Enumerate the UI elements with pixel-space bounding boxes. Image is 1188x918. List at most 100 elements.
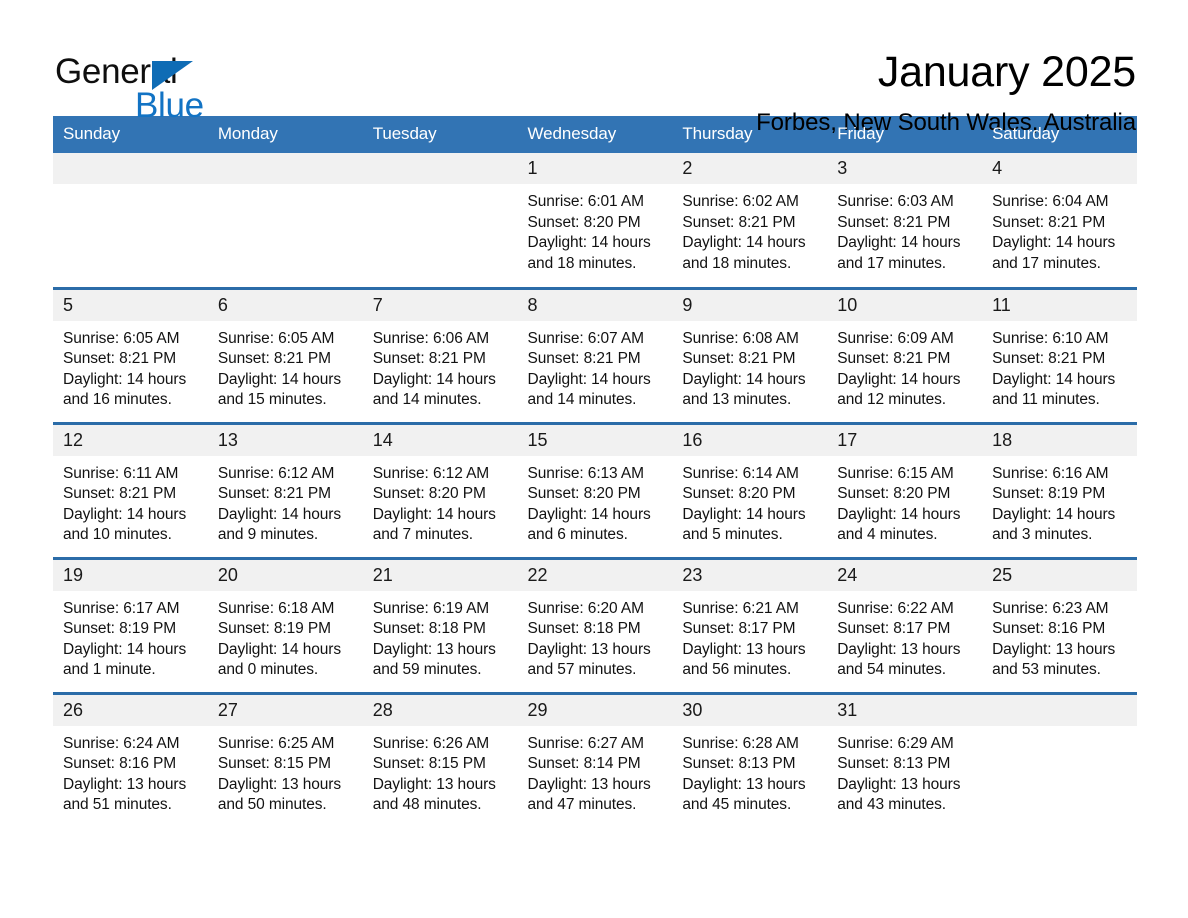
day-details: Sunrise: 6:18 AM Sunset: 8:19 PM Daylight:…: [208, 591, 363, 681]
day-number: 3: [827, 153, 983, 184]
calendar-day-cell[interactable]: 23 Sunrise: 6:21 AM Sunset: 8:17 PM Dayligh…: [672, 556, 828, 693]
day-detail-line: Sunset: 8:21 PM: [217, 485, 331, 502]
page-title: January 2025: [877, 48, 1136, 96]
calendar-day-cell[interactable]: 4 Sunrise: 6:04 AM Sunset: 8:21 PM Daylight…: [982, 153, 1137, 288]
calendar-day-cell[interactable]: 26 Sunrise: 6:24 AM Sunset: 8:16 PM Dayligh…: [53, 691, 208, 828]
day-detail-line: and 5 minutes.: [682, 526, 783, 543]
day-number: 20: [207, 559, 363, 591]
calendar-day-cell[interactable]: 27 Sunrise: 6:25 AM Sunset: 8:15 PM Dayligh…: [207, 691, 363, 828]
day-detail-line: Daylight: 13 hours: [217, 775, 341, 793]
calendar-day-cell[interactable]: 24 Sunrise: 6:22 AM Sunset: 8:17 PM Dayligh…: [827, 556, 983, 693]
day-detail-line: Sunset: 8:21 PM: [992, 213, 1106, 231]
calendar-day-cell[interactable]: 5 Sunrise: 6:05 AM Sunset: 8:21 PM Daylight…: [53, 286, 208, 423]
calendar-day-cell[interactable]: 25 Sunrise: 6:23 AM Sunset: 8:16 PM Dayligh…: [982, 556, 1137, 693]
day-detail-line: Sunrise: 6:25 AM: [217, 734, 335, 752]
calendar-day-cell[interactable]: 3 Sunrise: 6:03 AM Sunset: 8:21 PM Daylight…: [827, 153, 983, 288]
calendar-day-cell[interactable]: 21 Sunrise: 6:19 AM Sunset: 8:18 PM Dayligh…: [362, 556, 518, 693]
day-detail-line: Sunrise: 6:12 AM: [372, 464, 490, 482]
day-details: Sunrise: 6:29 AM Sunset: 8:13 PM Daylight:…: [827, 726, 982, 816]
calendar-day-cell[interactable]: 14 Sunrise: 6:12 AM Sunset: 8:20 PM Dayligh…: [362, 421, 518, 558]
day-details: Sunrise: 6:28 AM Sunset: 8:13 PM Daylight:…: [672, 726, 827, 816]
day-detail-line: Daylight: 13 hours: [682, 775, 806, 793]
calendar-day-cell[interactable]: 7 Sunrise: 6:06 AM Sunset: 8:21 PM Daylight…: [362, 286, 518, 423]
calendar-day-cell[interactable]: 13 Sunrise: 6:12 AM Sunset: 8:21 PM Dayligh…: [207, 421, 363, 558]
day-detail-line: and 12 minutes.: [837, 391, 947, 408]
calendar-day-cell[interactable]: 16 Sunrise: 6:14 AM Sunset: 8:20 PM Dayligh…: [672, 421, 828, 558]
day-detail-line: Daylight: 14 hours: [992, 505, 1116, 523]
day-detail-line: Sunset: 8:18 PM: [372, 620, 486, 637]
day-detail-line: Daylight: 14 hours: [63, 640, 187, 658]
day-detail-line: Sunset: 8:21 PM: [837, 213, 951, 231]
day-detail-line: and 48 minutes.: [372, 796, 482, 813]
calendar-day-cell-empty: [362, 153, 518, 288]
location-subtitle: Forbes, New South Wales, Australia: [756, 109, 1136, 137]
calendar-day-cell[interactable]: 1 Sunrise: 6:01 AM Sunset: 8:20 PM Daylight…: [517, 153, 673, 288]
day-detail-line: Daylight: 14 hours: [217, 640, 341, 658]
calendar-day-cell[interactable]: 20 Sunrise: 6:18 AM Sunset: 8:19 PM Dayligh…: [207, 556, 363, 693]
calendar-day-cell[interactable]: 22 Sunrise: 6:20 AM Sunset: 8:18 PM Dayligh…: [517, 556, 673, 693]
calendar-day-cell[interactable]: 6 Sunrise: 6:05 AM Sunset: 8:21 PM Daylight…: [207, 286, 363, 423]
day-details: Sunrise: 6:19 AM Sunset: 8:18 PM Daylight:…: [363, 591, 518, 681]
calendar-page: General Blue January 2025 Forbes, New So…: [0, 0, 1188, 918]
calendar-day-cell[interactable]: 10 Sunrise: 6:09 AM Sunset: 8:21 PM Dayligh…: [827, 286, 983, 423]
calendar-day-cell[interactable]: 12 Sunrise: 6:11 AM Sunset: 8:21 PM Dayligh…: [53, 421, 208, 558]
calendar-day-cell[interactable]: 8 Sunrise: 6:07 AM Sunset: 8:21 PM Daylight…: [517, 286, 673, 423]
day-detail-line: and 53 minutes.: [992, 661, 1101, 678]
day-detail-line: and 54 minutes.: [837, 661, 947, 678]
calendar-day-cell-empty: [982, 691, 1137, 828]
day-detail-line: and 6 minutes.: [527, 526, 628, 543]
day-detail-line: Sunset: 8:16 PM: [63, 755, 177, 772]
generalblue-logo[interactable]: General Blue: [55, 46, 255, 123]
day-detail-line: Sunrise: 6:28 AM: [682, 734, 799, 752]
day-detail-line: and 18 minutes.: [682, 254, 792, 272]
day-detail-line: Sunrise: 6:01 AM: [527, 193, 645, 210]
day-detail-line: Daylight: 13 hours: [837, 640, 961, 658]
day-detail-line: Sunrise: 6:18 AM: [217, 599, 335, 617]
calendar-day-cell[interactable]: 17 Sunrise: 6:15 AM Sunset: 8:20 PM Dayligh…: [827, 421, 983, 558]
day-detail-line: Sunset: 8:15 PM: [372, 755, 486, 772]
day-detail-line: Sunrise: 6:14 AM: [682, 464, 799, 482]
day-detail-line: Daylight: 13 hours: [837, 775, 961, 793]
calendar-day-cell[interactable]: 31 Sunrise: 6:29 AM Sunset: 8:13 PM Dayligh…: [827, 691, 983, 828]
day-details: [363, 184, 518, 192]
day-detail-line: Sunset: 8:17 PM: [682, 620, 796, 637]
day-number: 18: [982, 424, 1137, 456]
day-detail-line: and 17 minutes.: [992, 254, 1101, 272]
weekday-header-wednesday: Wednesday: [517, 116, 673, 153]
day-number: [53, 153, 208, 184]
day-detail-line: Daylight: 14 hours: [63, 370, 187, 388]
day-detail-line: Sunset: 8:21 PM: [63, 485, 177, 502]
calendar-day-cell[interactable]: 15 Sunrise: 6:13 AM Sunset: 8:20 PM Dayligh…: [517, 421, 673, 558]
day-detail-line: and 16 minutes.: [63, 391, 172, 408]
day-detail-line: Daylight: 14 hours: [372, 505, 496, 523]
day-details: Sunrise: 6:12 AM Sunset: 8:20 PM Daylight:…: [363, 456, 518, 546]
day-number: 12: [53, 424, 208, 456]
day-detail-line: and 14 minutes.: [527, 391, 637, 408]
day-detail-line: and 1 minute.: [63, 661, 156, 678]
title-block: January 2025 Forbes, New South Wales, Au…: [756, 46, 1136, 138]
day-detail-line: Sunrise: 6:03 AM: [837, 193, 954, 210]
day-detail-line: and 4 minutes.: [837, 526, 938, 543]
day-detail-line: Daylight: 13 hours: [63, 775, 187, 793]
calendar-day-cell[interactable]: 9 Sunrise: 6:08 AM Sunset: 8:21 PM Daylight…: [672, 286, 828, 423]
day-detail-line: Daylight: 14 hours: [372, 370, 496, 388]
calendar-day-cell[interactable]: 11 Sunrise: 6:10 AM Sunset: 8:21 PM Dayligh…: [982, 286, 1137, 423]
day-detail-line: Sunset: 8:18 PM: [527, 620, 641, 637]
day-details: Sunrise: 6:27 AM Sunset: 8:14 PM Daylight:…: [518, 726, 673, 816]
calendar-day-cell[interactable]: 29 Sunrise: 6:27 AM Sunset: 8:14 PM Dayligh…: [517, 691, 673, 828]
calendar-day-cell[interactable]: 18 Sunrise: 6:16 AM Sunset: 8:19 PM Dayligh…: [982, 421, 1137, 558]
day-detail-line: Sunrise: 6:17 AM: [63, 599, 180, 617]
day-detail-line: Daylight: 14 hours: [837, 234, 961, 251]
day-detail-line: Sunset: 8:21 PM: [992, 350, 1106, 367]
day-detail-line: Sunrise: 6:20 AM: [527, 599, 645, 617]
day-detail-line: Sunrise: 6:05 AM: [63, 329, 180, 347]
day-detail-line: and 17 minutes.: [837, 254, 947, 272]
calendar-day-cell[interactable]: 19 Sunrise: 6:17 AM Sunset: 8:19 PM Dayligh…: [53, 556, 208, 693]
calendar-day-cell[interactable]: 2 Sunrise: 6:02 AM Sunset: 8:21 PM Daylight…: [672, 153, 828, 288]
calendar-day-cell[interactable]: 30 Sunrise: 6:28 AM Sunset: 8:13 PM Dayligh…: [672, 691, 828, 828]
day-detail-line: Sunrise: 6:05 AM: [217, 329, 335, 347]
calendar-day-cell[interactable]: 28 Sunrise: 6:26 AM Sunset: 8:15 PM Dayligh…: [362, 691, 518, 828]
day-detail-line: Daylight: 13 hours: [372, 775, 496, 793]
day-detail-line: Sunrise: 6:22 AM: [837, 599, 954, 617]
day-detail-line: Sunrise: 6:23 AM: [992, 599, 1109, 617]
